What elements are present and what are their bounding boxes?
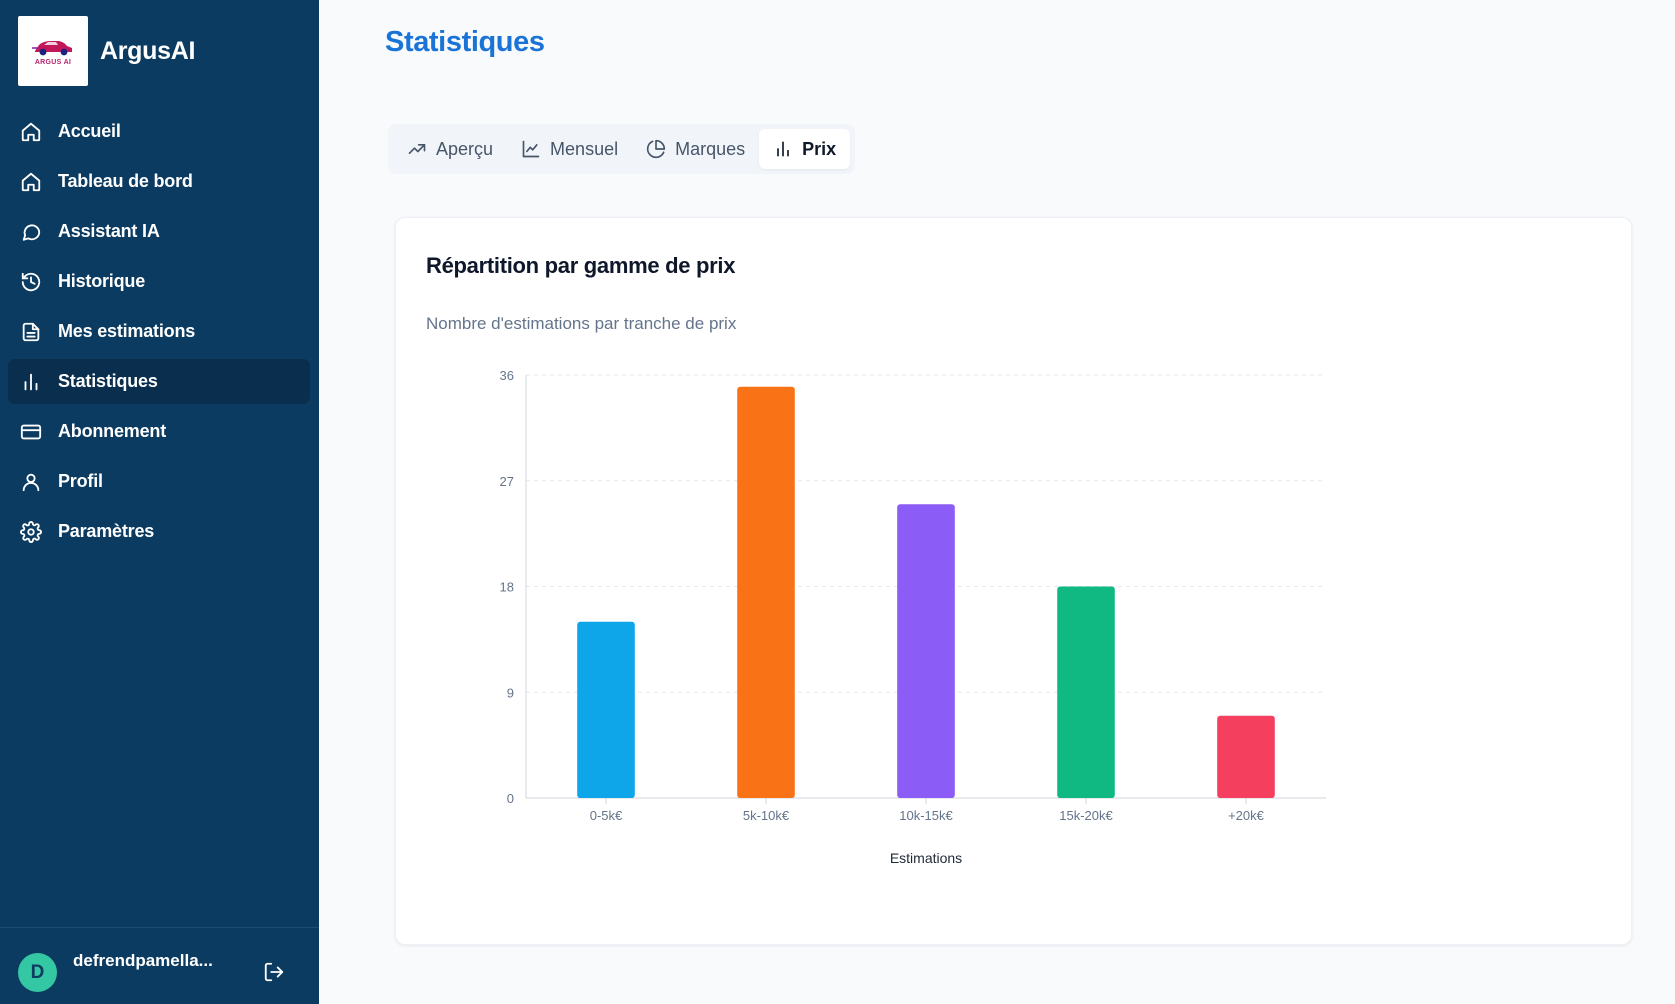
tab-label: Mensuel xyxy=(550,138,619,159)
sidebar-item-label: Profil xyxy=(58,471,103,491)
sidebar-item-abonnement[interactable]: Abonnement xyxy=(8,409,310,454)
y-tick-label: 36 xyxy=(500,368,514,383)
user-icon xyxy=(19,470,43,494)
sidebar-item-statistiques[interactable]: Statistiques xyxy=(8,359,310,404)
bar-chart-icon xyxy=(773,139,802,159)
x-tick-label: 0-5k€ xyxy=(590,808,623,823)
x-tick-label: +20k€ xyxy=(1228,808,1265,823)
sidebar-item-assistant-ia[interactable]: Assistant IA xyxy=(8,209,310,254)
bar-chart-icon xyxy=(19,370,43,394)
avatar[interactable]: D xyxy=(18,953,57,992)
x-tick-label: 5k-10k€ xyxy=(743,808,790,823)
sidebar-item-tableau-de-bord[interactable]: Tableau de bord xyxy=(8,159,310,204)
sidebar-item-accueil[interactable]: Accueil xyxy=(8,109,310,154)
user-panel: D defrendpamella... xyxy=(0,927,319,1004)
sidebar: ARGUS AI ArgusAI Accueil Tableau de bord A… xyxy=(0,0,319,1004)
sidebar-item-mes-estimations[interactable]: Mes estimations xyxy=(8,309,310,354)
home-icon xyxy=(19,170,43,194)
y-tick-label: 27 xyxy=(500,474,514,489)
trend-up-icon xyxy=(407,139,436,159)
bar xyxy=(897,504,955,798)
logo-text: ARGUS AI xyxy=(34,59,72,66)
gear-icon xyxy=(19,520,43,544)
sidebar-item-profil[interactable]: Profil xyxy=(8,459,310,504)
x-tick-label: 10k-15k€ xyxy=(899,808,953,823)
tab-prix[interactable]: Prix xyxy=(759,129,851,169)
brand[interactable]: ARGUS AI ArgusAI xyxy=(18,16,195,86)
home-icon xyxy=(19,120,43,144)
car-logo-icon xyxy=(32,41,72,56)
pie-chart-icon xyxy=(646,139,675,159)
chat-bubble-icon xyxy=(19,220,43,244)
sidebar-item-label: Abonnement xyxy=(58,421,166,441)
sidebar-nav: Accueil Tableau de bord Assistant IA Histor… xyxy=(8,109,310,559)
tab-mensuel[interactable]: Mensuel xyxy=(507,129,632,169)
line-chart-icon xyxy=(521,139,550,159)
tab-label: Prix xyxy=(802,138,837,159)
logout-icon[interactable] xyxy=(263,961,285,983)
y-tick-label: 9 xyxy=(507,685,514,700)
document-icon xyxy=(19,320,43,344)
sidebar-item-historique[interactable]: Historique xyxy=(8,259,310,304)
x-tick-label: 15k-20k€ xyxy=(1059,808,1113,823)
app-logo: ARGUS AI xyxy=(18,16,88,86)
bar xyxy=(577,621,635,798)
app-name: ArgusAI xyxy=(100,36,196,65)
tab-label: Marques xyxy=(675,138,746,159)
price-distribution-card: Répartition par gamme de prix Nombre d'e… xyxy=(395,217,1632,945)
y-tick-label: 0 xyxy=(507,791,514,806)
y-tick-label: 18 xyxy=(500,580,514,595)
tab-marques[interactable]: Marques xyxy=(632,129,759,169)
tab-apercu[interactable]: Aperçu xyxy=(393,129,507,169)
bar xyxy=(737,386,795,798)
sidebar-item-label: Assistant IA xyxy=(58,221,160,241)
sidebar-item-label: Tableau de bord xyxy=(58,171,193,191)
credit-card-icon xyxy=(19,420,43,444)
sidebar-item-label: Historique xyxy=(58,271,146,291)
sidebar-item-label: Statistiques xyxy=(58,371,158,391)
bar xyxy=(1217,715,1275,798)
tab-label: Aperçu xyxy=(436,138,494,159)
bar xyxy=(1057,586,1115,798)
sidebar-item-parametres[interactable]: Paramètres xyxy=(8,509,310,554)
stats-tabs: Aperçu Mensuel Marques Prix xyxy=(388,124,856,174)
sidebar-item-label: Paramètres xyxy=(58,521,155,541)
history-icon xyxy=(19,270,43,294)
sidebar-item-label: Mes estimations xyxy=(58,321,196,341)
price-bar-chart: 0 9 18 27 36 0-5k€ 5k-10k€ 10k-15k€ 15k-20k€ +20k… xyxy=(500,368,1326,866)
sidebar-item-label: Accueil xyxy=(58,121,121,141)
username: defrendpamella... xyxy=(73,951,213,970)
page-title: Statistiques xyxy=(385,26,545,58)
x-axis-title: Estimations xyxy=(890,850,962,866)
